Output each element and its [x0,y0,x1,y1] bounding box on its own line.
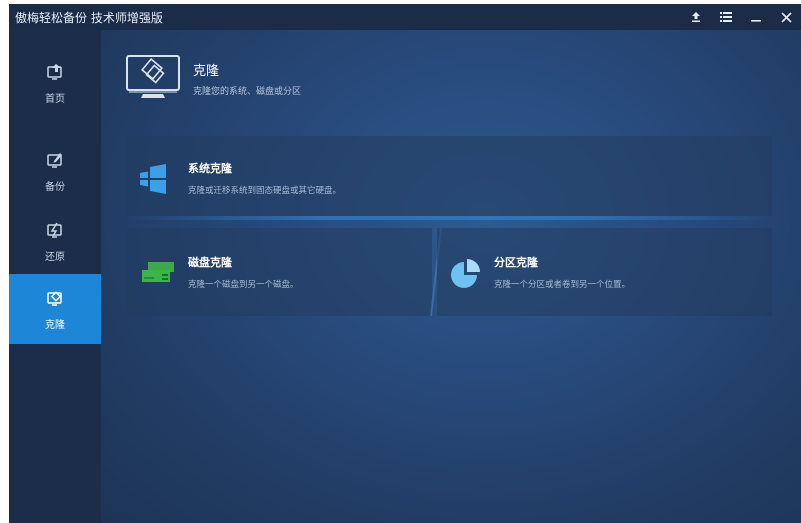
windows-icon [140,164,166,194]
clone-icon [47,291,62,306]
minimize-button[interactable] [741,4,771,30]
disk-clone-desc: 克隆一个磁盘到另一个磁盘。 [188,280,299,290]
main-content: 克隆 克隆您的系统、磁盘或分区 系统克隆 克隆或迁移系统到固态硬盘或其它硬盘。 [101,30,801,523]
sidebar-item-backup[interactable]: 备份 [9,136,101,206]
sidebar: 首页 备份 还原 克隆 [9,30,101,523]
disk-clone-card[interactable]: 磁盘克隆 克隆一个磁盘到另一个磁盘。 [126,228,432,316]
window-title: 傲梅轻松备份 技术师增强版 [15,11,163,25]
partition-clone-card[interactable]: 分区克隆 克隆一个分区或者卷到另一个位置。 [437,228,772,316]
minimize-icon [751,20,761,22]
upgrade-icon [692,12,700,22]
disk-icon [142,262,174,282]
sidebar-item-home[interactable]: 首页 [9,48,101,118]
partition-clone-desc: 克隆一个分区或者卷到另一个位置。 [494,280,631,290]
title-bar: 傲梅轻松备份 技术师增强版 [9,4,801,30]
section-divider [126,216,772,220]
menu-button[interactable] [711,4,741,30]
upgrade-button[interactable] [681,4,711,30]
sidebar-item-label: 克隆 [45,320,65,331]
sidebar-item-label: 备份 [45,182,65,193]
close-button[interactable] [771,4,801,30]
sidebar-item-label: 还原 [45,252,65,263]
sidebar-item-restore[interactable]: 还原 [9,206,101,276]
clone-monitor-icon [126,55,180,98]
backup-icon [47,153,62,168]
system-clone-title: 系统克隆 [188,162,232,175]
home-icon [47,64,62,80]
page-header: 克隆 克隆您的系统、磁盘或分区 [125,54,725,108]
system-clone-card[interactable]: 系统克隆 克隆或迁移系统到固态硬盘或其它硬盘。 [126,136,772,216]
page-subtitle: 克隆您的系统、磁盘或分区 [193,87,302,97]
menu-icon [720,12,732,22]
restore-icon [47,222,62,238]
window-controls [681,4,801,30]
close-icon [780,11,792,23]
partition-clone-title: 分区克隆 [494,256,538,269]
sidebar-item-clone[interactable]: 克隆 [9,274,101,344]
page-title: 克隆 [193,64,220,79]
sidebar-item-label: 首页 [45,94,65,105]
system-clone-desc: 克隆或迁移系统到固态硬盘或其它硬盘。 [188,186,342,196]
disk-clone-title: 磁盘克隆 [188,256,232,269]
app-window: 傲梅轻松备份 技术师增强版 首页 备份 还原 克隆 克隆 克隆您的系统、磁盘或分… [9,4,801,523]
partition-icon [451,259,480,288]
